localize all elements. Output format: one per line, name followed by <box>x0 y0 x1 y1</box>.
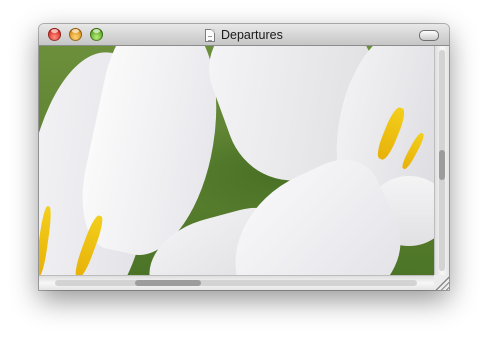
document-icon[interactable] <box>205 28 215 42</box>
preview-window: Departures <box>39 24 449 290</box>
minimize-button[interactable] <box>69 28 82 41</box>
close-button[interactable] <box>48 28 61 41</box>
resize-grip-icon[interactable] <box>434 275 449 290</box>
window-title: Departures <box>205 27 283 43</box>
toolbar-toggle-button[interactable] <box>419 30 439 41</box>
horizontal-scroll-track[interactable] <box>55 280 417 286</box>
vertical-scroll-thumb[interactable] <box>439 150 445 180</box>
title-bar[interactable]: Departures <box>39 24 449 46</box>
horizontal-scrollbar[interactable] <box>39 275 434 290</box>
window-title-text: Departures <box>221 28 283 42</box>
horizontal-scroll-thumb[interactable] <box>135 280 201 286</box>
vertical-scrollbar[interactable] <box>434 46 449 275</box>
image-view[interactable] <box>39 46 434 275</box>
zoom-button[interactable] <box>90 28 103 41</box>
